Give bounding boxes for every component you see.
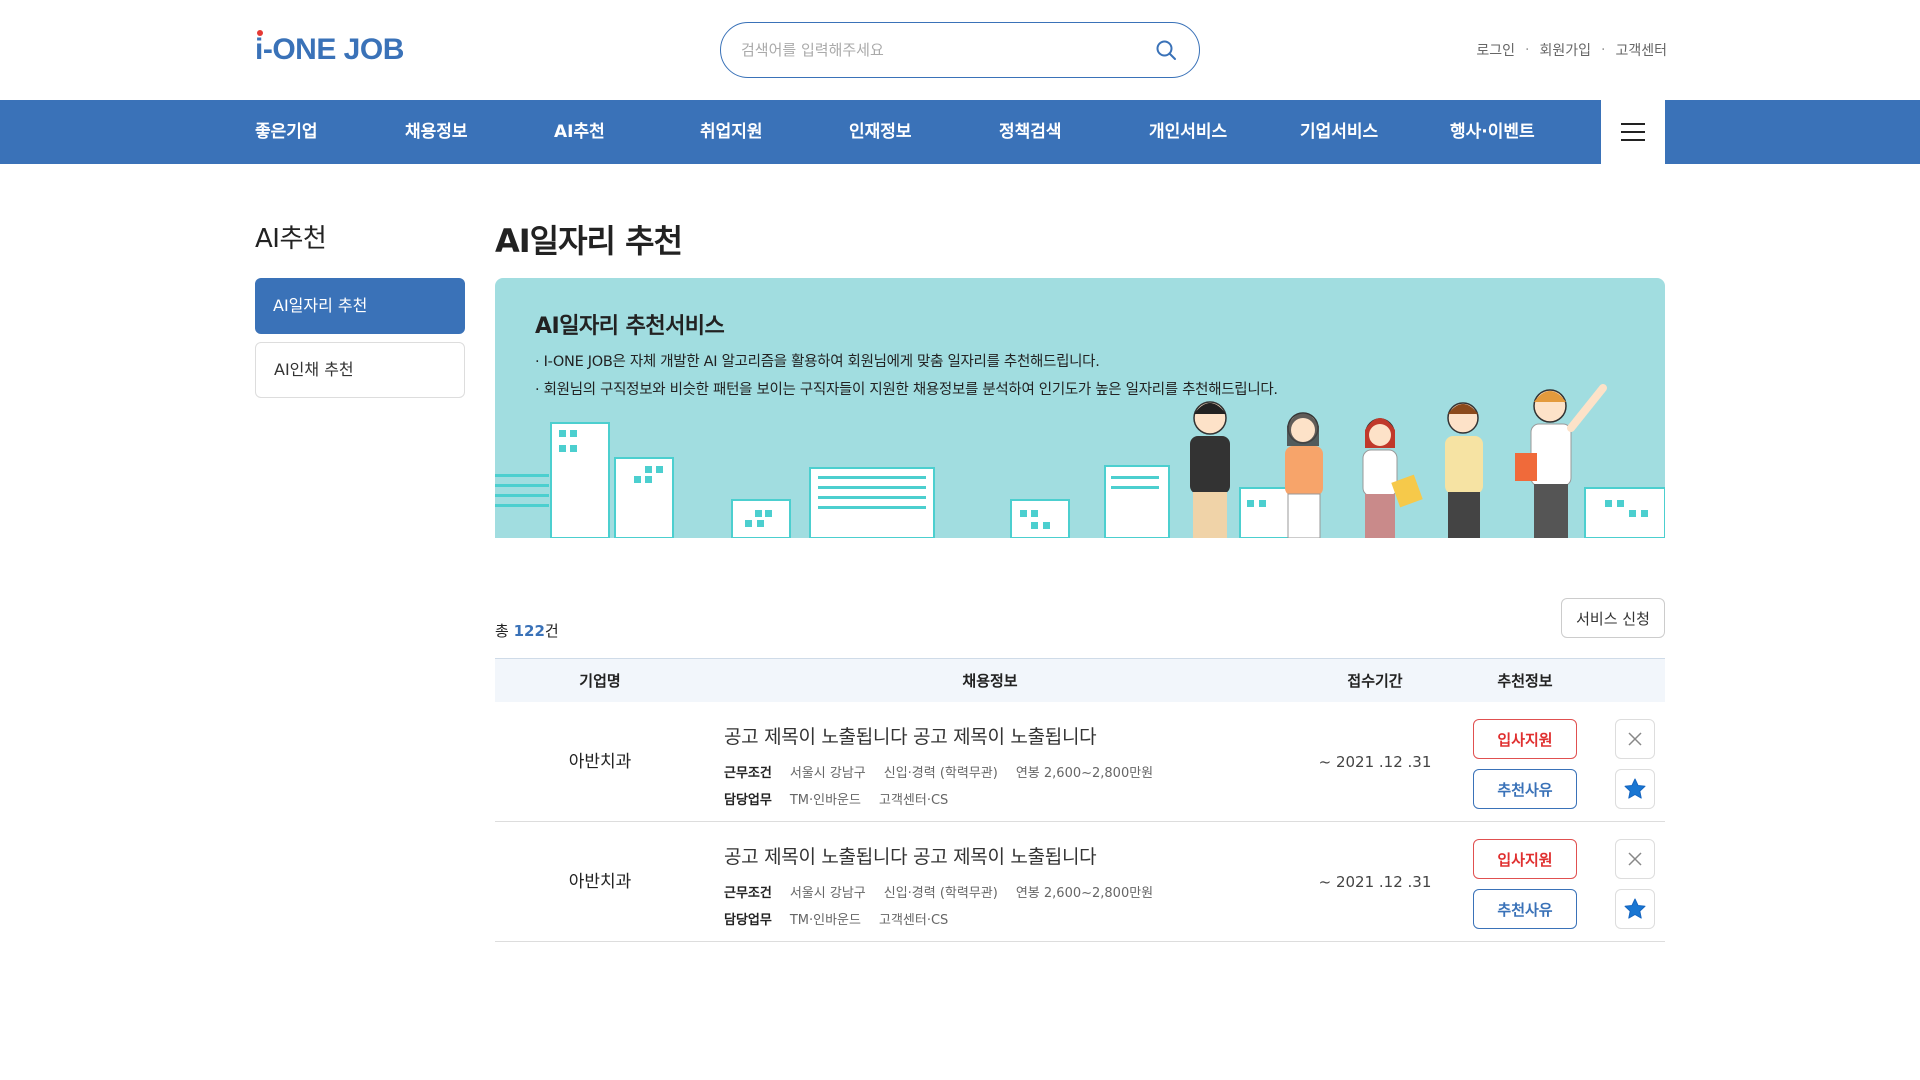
search-input[interactable] [741, 41, 1153, 59]
duty-1: TM·인바운드 [789, 913, 861, 928]
job-title-link[interactable]: 공고 제목이 노출됩니다 공고 제목이 노출됩니다 [724, 842, 1097, 869]
table-header: 기업명 채용정보 접수기간 추천정보 [495, 658, 1665, 702]
nav-item-job-info[interactable]: 채용정보 [405, 100, 468, 164]
total-number: 122 [513, 622, 545, 640]
total-suffix: 건 [544, 622, 559, 640]
cond-salary: 연봉 2,600~2,800만원 [1015, 886, 1154, 901]
duty-label: 담당업무 [724, 793, 772, 808]
table-row: 아반치과 공고 제목이 노출됩니다 공고 제목이 노출됩니다 근무조건 서울시 … [495, 702, 1665, 822]
logo[interactable]: i -ONE JOB [255, 30, 405, 68]
nav-item-talent-info[interactable]: 인재정보 [849, 100, 912, 164]
hamburger-icon[interactable] [1601, 100, 1665, 164]
sidebar-item-ai-talent[interactable]: AI인채 추천 [255, 342, 465, 398]
job-table: 기업명 채용정보 접수기간 추천정보 아반치과 공고 제목이 노출됩니다 공고 … [495, 658, 1665, 942]
header-job-info: 채용정보 [962, 672, 1018, 690]
customer-center-link[interactable]: 고객센터 [1615, 40, 1667, 60]
company-name[interactable]: 아반치과 [569, 822, 632, 942]
duty-2: 고객센터·CS [878, 913, 949, 928]
sidebar-menu: AI일자리 추천 AI인채 추천 [255, 278, 465, 406]
cond-label: 근무조건 [724, 766, 772, 781]
nav-item-company-service[interactable]: 기업서비스 [1300, 100, 1378, 164]
job-title-link[interactable]: 공고 제목이 노출됩니다 공고 제목이 노출됩니다 [724, 722, 1097, 749]
reason-button[interactable]: 추천사유 [1473, 889, 1577, 929]
work-conditions: 근무조건 서울시 강남구 신입·경력 (학력무관) 연봉 2,600~2,800… [724, 762, 1153, 781]
signup-link[interactable]: 회원가입 [1539, 40, 1591, 60]
nav-item-policy-search[interactable]: 정책검색 [999, 100, 1062, 164]
duty-label: 담당업무 [724, 913, 772, 928]
close-icon[interactable] [1615, 719, 1655, 759]
duties: 담당업무 TM·인바운드 고객센터·CS [724, 909, 948, 928]
duties: 담당업무 TM·인바운드 고객센터·CS [724, 789, 948, 808]
total-count: 총 122건 [495, 620, 559, 641]
page-title: AI일자리 추천 [495, 222, 683, 260]
nav-item-ai-recommend[interactable]: AI추천 [554, 100, 605, 164]
cond-location: 서울시 강남구 [789, 766, 866, 781]
apply-button[interactable]: 입사지원 [1473, 839, 1577, 879]
util-separator: · [1525, 42, 1530, 58]
login-link[interactable]: 로그인 [1476, 40, 1515, 60]
application-period: ~ 2021 .12 .31 [1318, 753, 1432, 771]
cond-career: 신입·경력 (학력무관) [883, 766, 998, 781]
main-nav: 좋은기업 채용정보 AI추천 취업지원 인재정보 정책검색 개인서비스 기업서비… [0, 100, 1920, 164]
util-separator: · [1601, 42, 1606, 58]
service-apply-button[interactable]: 서비스 신청 [1561, 598, 1665, 638]
logo-text: -ONE JOB [262, 33, 405, 66]
search-icon[interactable] [1153, 37, 1179, 63]
close-icon[interactable] [1615, 839, 1655, 879]
cond-career: 신입·경력 (학력무관) [883, 886, 998, 901]
apply-button[interactable]: 입사지원 [1473, 719, 1577, 759]
sidebar-title: AI추천 [255, 224, 327, 254]
star-icon[interactable] [1615, 769, 1655, 809]
nav-item-personal-service[interactable]: 개인서비스 [1149, 100, 1227, 164]
util-links: 로그인 · 회원가입 · 고객센터 [1476, 40, 1667, 60]
application-period: ~ 2021 .12 .31 [1318, 873, 1432, 891]
duty-1: TM·인바운드 [789, 793, 861, 808]
header-company: 기업명 [579, 672, 621, 690]
header-recommend: 추천정보 [1497, 672, 1553, 690]
total-prefix: 총 [495, 622, 514, 640]
cond-location: 서울시 강남구 [789, 886, 866, 901]
header: i-ONE JOB 로그인 · 회원가입 · 고객센터 [0, 0, 1920, 100]
search-bar [720, 22, 1200, 78]
duty-2: 고객센터·CS [878, 793, 949, 808]
reason-button[interactable]: 추천사유 [1473, 769, 1577, 809]
company-name[interactable]: 아반치과 [569, 702, 632, 822]
work-conditions: 근무조건 서울시 강남구 신입·경력 (학력무관) 연봉 2,600~2,800… [724, 882, 1153, 901]
logo-i: i [255, 33, 263, 66]
header-period: 접수기간 [1347, 672, 1403, 690]
sidebar-item-ai-job[interactable]: AI일자리 추천 [255, 278, 465, 334]
cond-salary: 연봉 2,600~2,800만원 [1015, 766, 1154, 781]
table-row: 아반치과 공고 제목이 노출됩니다 공고 제목이 노출됩니다 근무조건 서울시 … [495, 822, 1665, 942]
nav-item-events[interactable]: 행사·이벤트 [1450, 100, 1535, 164]
nav-item-good-companies[interactable]: 좋은기업 [255, 100, 318, 164]
service-banner: AI일자리 추천서비스 · I-ONE JOB은 자체 개발한 AI 알고리즘을… [495, 278, 1665, 538]
nav-item-job-support[interactable]: 취업지원 [700, 100, 763, 164]
banner-text-2: · 회원님의 구직정보와 비슷한 패턴을 보이는 구직자들이 지원한 채용정보를… [535, 382, 1278, 398]
banner-text-1: · I-ONE JOB은 자체 개발한 AI 알고리즘을 활용하여 회원님에게 … [535, 354, 1100, 370]
logo-dot [257, 30, 263, 36]
banner-heading: AI일자리 추천서비스 [535, 314, 725, 339]
cond-label: 근무조건 [724, 886, 772, 901]
star-icon[interactable] [1615, 889, 1655, 929]
